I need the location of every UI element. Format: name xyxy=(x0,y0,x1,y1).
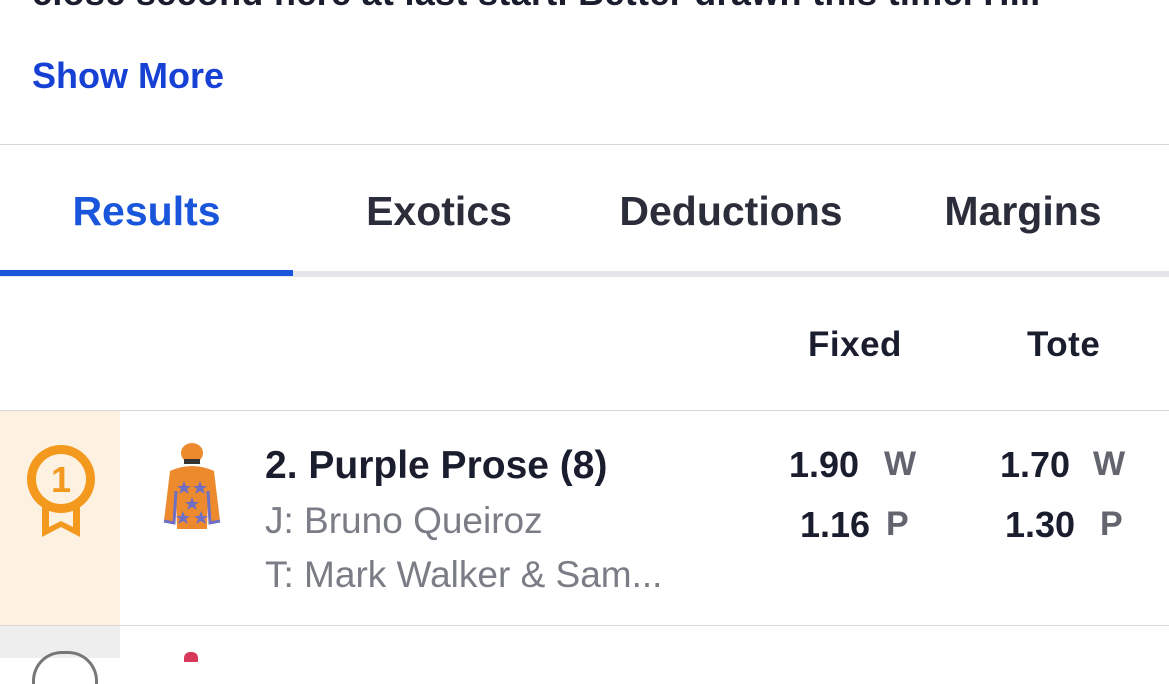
show-more-link[interactable]: Show More xyxy=(32,55,224,97)
win-label: W xyxy=(1093,445,1126,483)
tab-exotics[interactable]: Exotics xyxy=(293,145,585,277)
tab-bar: Results Exotics Deductions Margins xyxy=(0,145,1169,277)
jockey-silk-icon xyxy=(184,652,198,662)
column-header-tote: Tote xyxy=(1027,325,1101,364)
runner-name: 2. Purple Prose (8) xyxy=(265,444,608,487)
column-header-fixed: Fixed xyxy=(808,325,902,364)
tab-margins[interactable]: Margins xyxy=(877,145,1169,277)
trainer-name: T: Mark Walker & Sam... xyxy=(265,554,663,595)
fixed-place-odds[interactable]: 1.16 xyxy=(800,504,870,546)
win-label: W xyxy=(884,445,917,483)
comment-text-truncated: close second here at last start. Better … xyxy=(32,0,1041,14)
place-label: P xyxy=(886,505,909,543)
jockey-name: J: Bruno Queiroz xyxy=(265,500,543,541)
jockey-silk-icon xyxy=(163,443,221,529)
tote-place-odds[interactable]: 1.30 xyxy=(1005,504,1075,546)
place-cell: 1 xyxy=(0,411,120,625)
tab-results[interactable]: Results xyxy=(0,145,293,277)
place-label: P xyxy=(1100,505,1123,543)
divider xyxy=(0,625,1169,626)
tab-deductions[interactable]: Deductions xyxy=(585,145,877,277)
fixed-win-odds[interactable]: 1.90 xyxy=(789,444,859,486)
gold-medal-icon: 1 xyxy=(27,445,95,537)
tab-active-indicator xyxy=(0,270,293,276)
place-number: 1 xyxy=(51,459,71,500)
tote-win-odds[interactable]: 1.70 xyxy=(1000,444,1070,486)
